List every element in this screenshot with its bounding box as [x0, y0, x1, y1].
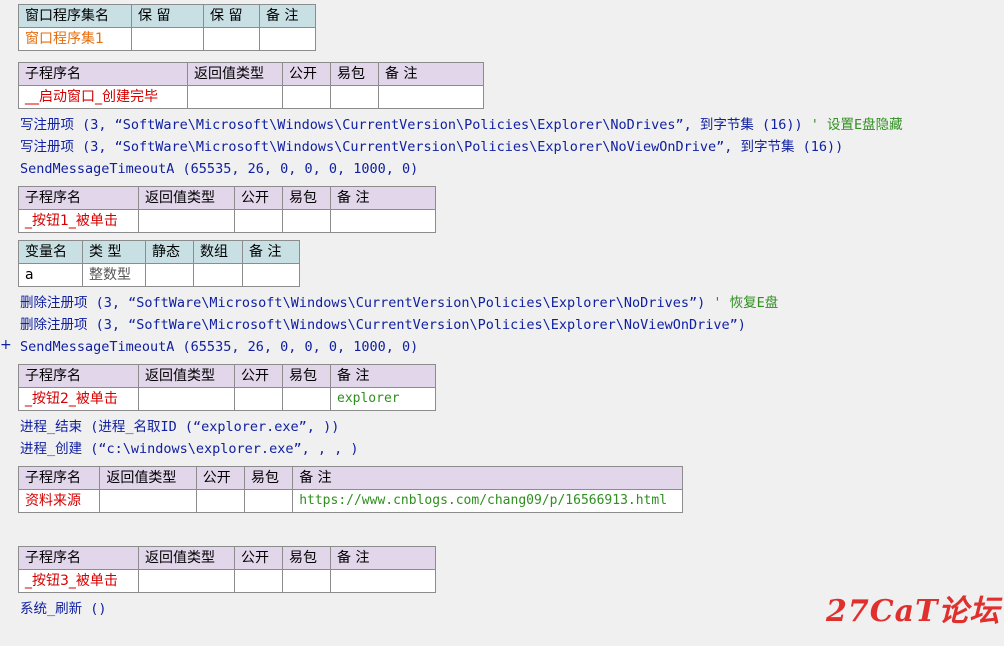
sub-return-type-cell[interactable] [99, 489, 197, 513]
sub-header-remark: 备 注 [330, 546, 436, 570]
code-text: 进程_结束 (进程_名取ID (“explorer.exe”, )) [20, 419, 340, 435]
sub-header-easy-package: 易包 [282, 186, 331, 210]
subroutine-table-5: 子程序名 返回值类型 公开 易包 备 注 _按钮3_被单击 [18, 546, 436, 593]
sub-header-public: 公开 [234, 186, 283, 210]
assembly-name-cell[interactable]: 窗口程序集1 [18, 27, 132, 51]
sub-header-public: 公开 [234, 364, 283, 388]
assembly-reserved-cell-2[interactable] [203, 27, 260, 51]
sub-return-type-cell[interactable] [138, 387, 235, 411]
assembly-header-reserved-2: 保 留 [203, 4, 260, 28]
sub-easy-package-cell[interactable] [282, 209, 331, 233]
var-header-name: 变量名 [18, 240, 83, 264]
sub-header-name: 子程序名 [17, 466, 101, 490]
sub-easy-package-cell[interactable] [243, 489, 294, 513]
sub-header-remark: 备 注 [292, 466, 683, 490]
var-header-type: 类 型 [82, 240, 146, 264]
code-text: 删除注册项 (3, “SoftWare\Microsoft\Windows\Cu… [20, 295, 714, 311]
sub-header-remark: 备 注 [330, 186, 436, 210]
code-comment: ' 设置E盘隐藏 [810, 117, 903, 133]
subroutine-table-2: 子程序名 返回值类型 公开 易包 备 注 _按钮1_被单击 [18, 186, 436, 233]
sub-header-name: 子程序名 [18, 546, 139, 570]
expand-marker-icon[interactable]: + [0, 337, 12, 353]
sub-name-cell[interactable]: _按钮3_被单击 [18, 569, 139, 593]
code-line[interactable]: SendMessageTimeoutA (65535, 26, 0, 0, 0,… [20, 159, 418, 179]
sub-return-type-cell[interactable] [138, 209, 235, 233]
sub-header-name: 子程序名 [18, 62, 188, 86]
subroutine-table-4: 子程序名 返回值类型 公开 易包 备 注 资料来源 https://www.cn… [17, 466, 683, 513]
var-header-remark: 备 注 [242, 240, 300, 264]
sub-header-public: 公开 [195, 466, 245, 490]
sub-public-cell[interactable] [234, 569, 283, 593]
sub-return-type-cell[interactable] [138, 569, 235, 593]
code-comment: ' 恢复E盘 [713, 295, 779, 311]
code-line[interactable]: 删除注册项 (3, “SoftWare\Microsoft\Windows\Cu… [20, 293, 778, 313]
sub-header-name: 子程序名 [18, 364, 139, 388]
code-text: 系统_刷新 () [20, 601, 107, 617]
sub-header-public: 公开 [282, 62, 331, 86]
var-name-cell[interactable]: a [18, 263, 83, 287]
sub-header-public: 公开 [234, 546, 283, 570]
subroutine-table-1: 子程序名 返回值类型 公开 易包 备 注 __启动窗口_创建完毕 [18, 62, 484, 109]
code-text: SendMessageTimeoutA (65535, 26, 0, 0, 0,… [20, 339, 419, 355]
var-array-cell[interactable] [193, 263, 243, 287]
sub-name-cell[interactable]: _按钮1_被单击 [18, 209, 139, 233]
assembly-header-reserved-1: 保 留 [131, 4, 204, 28]
assembly-header-name: 窗口程序集名 [18, 4, 132, 28]
sub-public-cell[interactable] [195, 489, 245, 513]
assembly-header-remark: 备 注 [259, 4, 316, 28]
sub-remark-cell[interactable] [378, 85, 484, 109]
source-url-cell[interactable]: https://www.cnblogs.com/chang09/p/165669… [292, 489, 683, 513]
sub-name-cell[interactable]: __启动窗口_创建完毕 [18, 85, 188, 109]
assembly-remark-cell[interactable] [259, 27, 316, 51]
sub-header-return-type: 返回值类型 [99, 466, 197, 490]
sub-header-easy-package: 易包 [282, 546, 331, 570]
sub-easy-package-cell[interactable] [282, 387, 331, 411]
sub-header-easy-package: 易包 [243, 466, 294, 490]
forum-watermark-logo: 27CaT论坛 [826, 594, 1001, 629]
sub-remark-cell[interactable] [330, 569, 436, 593]
sub-header-remark: 备 注 [330, 364, 436, 388]
sub-header-return-type: 返回值类型 [138, 364, 235, 388]
assembly-reserved-cell-1[interactable] [131, 27, 204, 51]
sub-public-cell[interactable] [282, 85, 331, 109]
code-text: 进程_创建 (“c:\windows\explorer.exe”, , , ) [20, 441, 359, 457]
var-remark-cell[interactable] [242, 263, 300, 287]
code-text: 写注册项 (3, “SoftWare\Microsoft\Windows\Cur… [20, 117, 811, 133]
sub-header-return-type: 返回值类型 [138, 546, 235, 570]
subroutine-table-3: 子程序名 返回值类型 公开 易包 备 注 _按钮2_被单击 explorer [18, 364, 436, 411]
sub-easy-package-cell[interactable] [282, 569, 331, 593]
code-text: 写注册项 (3, “SoftWare\Microsoft\Windows\Cur… [20, 139, 844, 155]
sub-remark-cell[interactable] [330, 209, 436, 233]
sub-easy-package-cell[interactable] [330, 85, 379, 109]
var-type-cell[interactable]: 整数型 [82, 263, 146, 287]
variable-table: 变量名 类 型 静态 数组 备 注 a 整数型 [18, 240, 300, 287]
sub-header-easy-package: 易包 [282, 364, 331, 388]
sub-return-type-cell[interactable] [187, 85, 283, 109]
sub-header-return-type: 返回值类型 [187, 62, 283, 86]
code-line[interactable]: 写注册项 (3, “SoftWare\Microsoft\Windows\Cur… [20, 115, 903, 135]
code-line[interactable]: SendMessageTimeoutA (65535, 26, 0, 0, 0,… [20, 337, 418, 357]
sub-name-cell[interactable]: _按钮2_被单击 [18, 387, 139, 411]
code-line[interactable]: 系统_刷新 () [20, 599, 107, 619]
sub-header-remark: 备 注 [378, 62, 484, 86]
var-header-array: 数组 [193, 240, 243, 264]
sub-header-easy-package: 易包 [330, 62, 379, 86]
code-line[interactable]: 删除注册项 (3, “SoftWare\Microsoft\Windows\Cu… [20, 315, 746, 335]
code-line[interactable]: 进程_结束 (进程_名取ID (“explorer.exe”, )) [20, 417, 339, 437]
code-line[interactable]: 写注册项 (3, “SoftWare\Microsoft\Windows\Cur… [20, 137, 843, 157]
sub-remark-cell[interactable]: explorer [330, 387, 436, 411]
sub-public-cell[interactable] [234, 209, 283, 233]
code-text: SendMessageTimeoutA (65535, 26, 0, 0, 0,… [20, 161, 419, 177]
assembly-table: 窗口程序集名 保 留 保 留 备 注 窗口程序集1 [18, 4, 316, 51]
sub-public-cell[interactable] [234, 387, 283, 411]
sub-header-name: 子程序名 [18, 186, 139, 210]
code-line[interactable]: 进程_创建 (“c:\windows\explorer.exe”, , , ) [20, 439, 358, 459]
var-static-cell[interactable] [145, 263, 194, 287]
var-header-static: 静态 [145, 240, 194, 264]
sub-name-cell[interactable]: 资料来源 [17, 489, 101, 513]
code-text: 删除注册项 (3, “SoftWare\Microsoft\Windows\Cu… [20, 317, 746, 333]
sub-header-return-type: 返回值类型 [138, 186, 235, 210]
